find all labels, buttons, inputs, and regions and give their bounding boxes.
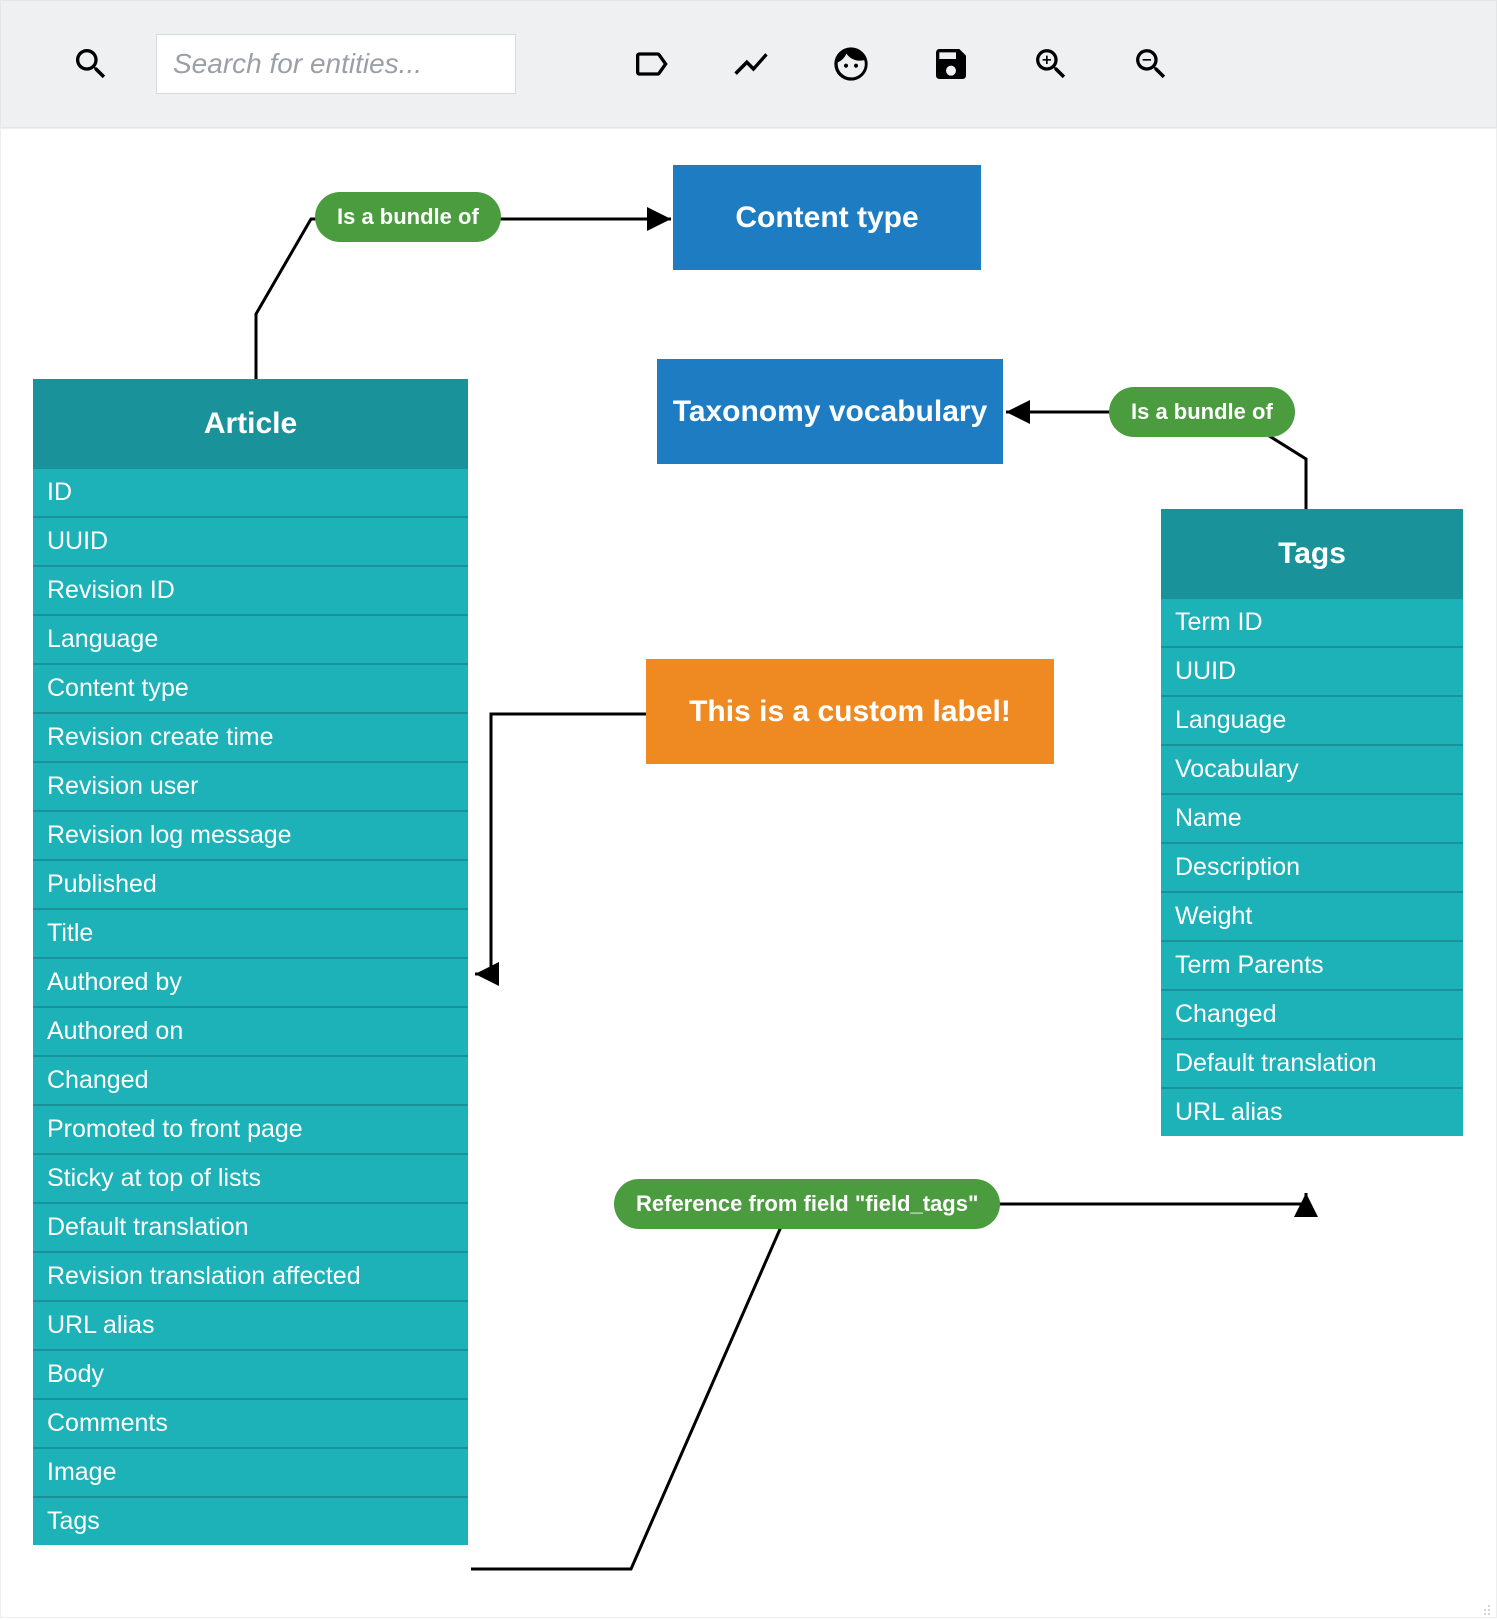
node-label: Content type: [735, 201, 918, 235]
entity-field[interactable]: UUID: [33, 518, 468, 567]
entity-field[interactable]: Revision translation affected: [33, 1253, 468, 1302]
toolbar: [0, 0, 1497, 128]
entity-field[interactable]: Vocabulary: [1161, 746, 1463, 795]
zoom-in-icon[interactable]: [1016, 40, 1086, 88]
entity-field[interactable]: Sticky at top of lists: [33, 1155, 468, 1204]
entity-field[interactable]: Default translation: [1161, 1040, 1463, 1089]
entity-field[interactable]: Image: [33, 1449, 468, 1498]
entity-field[interactable]: Published: [33, 861, 468, 910]
entity-tags[interactable]: Tags Term ID UUID Language Vocabulary Na…: [1161, 509, 1463, 1136]
entity-field[interactable]: Tags: [33, 1498, 468, 1545]
entity-header: Article: [33, 379, 468, 469]
node-taxonomy-vocabulary[interactable]: Taxonomy vocabulary: [657, 359, 1003, 464]
resize-handle-icon[interactable]: [1470, 1595, 1490, 1615]
diagram-canvas[interactable]: Content type Taxonomy vocabulary This is…: [0, 128, 1497, 1618]
custom-label-box[interactable]: This is a custom label!: [646, 659, 1054, 764]
edge-label-field-tags: Reference from field "field_tags": [614, 1179, 1000, 1229]
entity-field[interactable]: Authored on: [33, 1008, 468, 1057]
entity-header: Tags: [1161, 509, 1463, 599]
search-icon[interactable]: [56, 40, 126, 88]
label-icon[interactable]: [616, 40, 686, 88]
entity-field[interactable]: Revision create time: [33, 714, 468, 763]
entity-field[interactable]: Term Parents: [1161, 942, 1463, 991]
entity-field[interactable]: Revision ID: [33, 567, 468, 616]
entity-field[interactable]: Authored by: [33, 959, 468, 1008]
edge-label-article-bundle: Is a bundle of: [315, 192, 501, 242]
entity-field[interactable]: Revision log message: [33, 812, 468, 861]
entity-field[interactable]: Changed: [33, 1057, 468, 1106]
entity-field[interactable]: Changed: [1161, 991, 1463, 1040]
entity-title: Tags: [1278, 537, 1346, 571]
entity-field[interactable]: Body: [33, 1351, 468, 1400]
save-icon[interactable]: [916, 40, 986, 88]
entity-field[interactable]: Term ID: [1161, 599, 1463, 648]
custom-label-text: This is a custom label!: [689, 695, 1011, 729]
entity-field[interactable]: Language: [33, 616, 468, 665]
search-input[interactable]: [156, 34, 516, 94]
entity-field[interactable]: Comments: [33, 1400, 468, 1449]
entity-article[interactable]: Article ID UUID Revision ID Language Con…: [33, 379, 468, 1545]
face-icon[interactable]: [816, 40, 886, 88]
entity-field[interactable]: Language: [1161, 697, 1463, 746]
node-content-type[interactable]: Content type: [673, 165, 981, 270]
entity-field[interactable]: UUID: [1161, 648, 1463, 697]
entity-field[interactable]: Description: [1161, 844, 1463, 893]
timeline-icon[interactable]: [716, 40, 786, 88]
entity-field[interactable]: Revision user: [33, 763, 468, 812]
entity-title: Article: [204, 407, 297, 441]
entity-field[interactable]: Name: [1161, 795, 1463, 844]
entity-field[interactable]: URL alias: [33, 1302, 468, 1351]
entity-field[interactable]: URL alias: [1161, 1089, 1463, 1136]
entity-field[interactable]: Content type: [33, 665, 468, 714]
entity-field[interactable]: Default translation: [33, 1204, 468, 1253]
entity-field[interactable]: ID: [33, 469, 468, 518]
zoom-out-icon[interactable]: [1116, 40, 1186, 88]
entity-field[interactable]: Weight: [1161, 893, 1463, 942]
edge-label-tags-bundle: Is a bundle of: [1109, 387, 1295, 437]
entity-field[interactable]: Promoted to front page: [33, 1106, 468, 1155]
entity-field[interactable]: Title: [33, 910, 468, 959]
node-label: Taxonomy vocabulary: [673, 395, 988, 429]
